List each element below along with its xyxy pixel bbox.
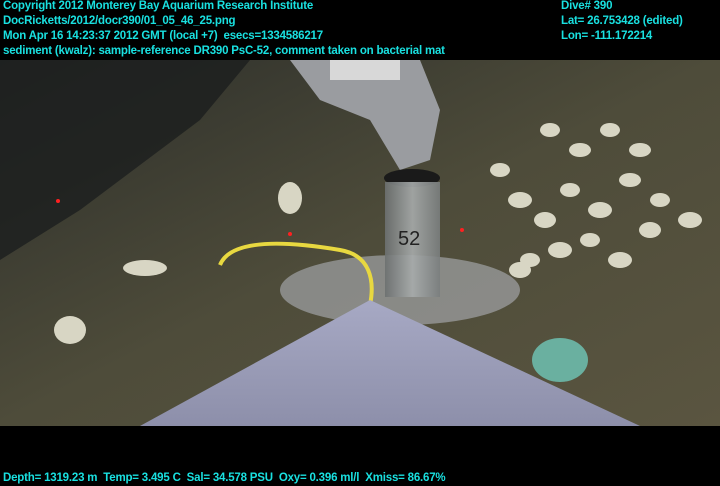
seafloor-photo: 52 xyxy=(0,60,720,426)
filename-text: DocRicketts/2012/docr390/01_05_46_25.png xyxy=(3,15,236,27)
tube-label: 52 xyxy=(398,228,420,250)
video-frame: 52 Copyright 2012 Monterey Bay Aquarium … xyxy=(0,0,720,486)
dive-number: Dive# 390 xyxy=(561,0,613,12)
comment-text: sediment (kwalz): sample-reference DR390… xyxy=(3,45,445,57)
laser-dot xyxy=(288,232,292,236)
laser-dot xyxy=(460,228,464,232)
green-rope-knot xyxy=(532,338,588,382)
longitude: Lon= -111.172214 xyxy=(561,30,653,42)
sensor-readout: Depth= 1319.23 m Temp= 3.495 C Sal= 34.5… xyxy=(3,472,446,484)
latitude: Lat= 26.753428 (edited) xyxy=(561,15,683,27)
laser-dot xyxy=(56,199,60,203)
timestamp-text: Mon Apr 16 14:23:37 2012 GMT (local +7) … xyxy=(3,30,323,42)
copyright-text: Copyright 2012 Monterey Bay Aquarium Res… xyxy=(3,0,314,12)
